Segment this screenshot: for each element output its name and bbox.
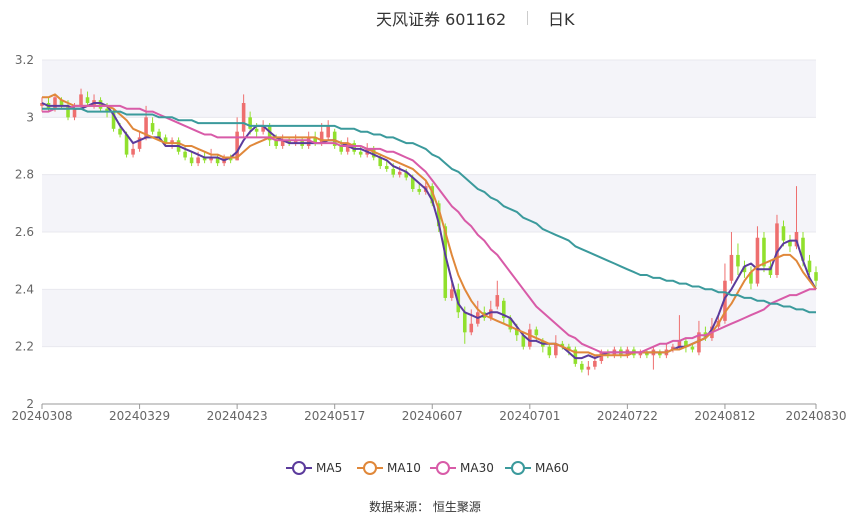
candle-up: [241, 103, 246, 132]
candle-up: [586, 366, 591, 370]
x-tick-label: 20240308: [11, 409, 72, 423]
candle-down: [118, 128, 122, 135]
candle-down: [534, 329, 539, 336]
x-axis-ticks: 20240308 20240329 20240423 20240517 20240607…: [11, 404, 847, 423]
x-tick-label: 20240830: [785, 409, 846, 423]
candle-down: [462, 312, 467, 333]
legend-label: MA60: [535, 461, 569, 475]
candle-down: [814, 272, 818, 281]
candle-down: [85, 97, 90, 103]
legend-item-ma10[interactable]: MA10: [357, 458, 421, 478]
candle-up: [319, 131, 324, 144]
candle-down: [736, 254, 740, 267]
candle-down: [417, 189, 422, 192]
y-axis-ticks: 22.22.42.62.833.2: [15, 53, 34, 411]
legend-item-ma5[interactable]: MA5: [286, 458, 342, 478]
x-tick-label: 20240701: [499, 409, 560, 423]
candle-down: [690, 346, 695, 350]
candle-down: [807, 260, 812, 273]
candle-down: [248, 117, 252, 129]
data-source: 数据来源： 恒生聚源: [369, 500, 481, 514]
legend-marker-icon: [286, 461, 312, 475]
grid-band: [42, 174, 816, 232]
legend-label: MA5: [316, 461, 343, 475]
candle-up: [326, 125, 330, 138]
candle-up: [755, 237, 760, 284]
candle-down: [547, 346, 552, 356]
y-tick-label: 3: [26, 110, 34, 124]
x-tick-label: 20240423: [207, 409, 268, 423]
y-tick-label: 3.2: [15, 53, 34, 67]
legend-label: MA10: [387, 461, 421, 475]
chart-legend: MA5 MA10 MA30 MA60: [0, 458, 850, 478]
candle-up: [528, 329, 532, 347]
x-tick-label: 20240722: [597, 409, 658, 423]
candle-down: [781, 226, 786, 241]
y-tick-label: 2.8: [15, 168, 34, 182]
candle-up: [729, 254, 734, 281]
candle-up: [79, 94, 83, 106]
legend-marker-icon: [357, 461, 383, 475]
legend-item-ma30[interactable]: MA30: [430, 458, 494, 478]
y-tick-label: 2.4: [15, 282, 34, 296]
plot-background: [42, 60, 816, 347]
x-tick-label: 20240329: [109, 409, 170, 423]
candle-up: [72, 108, 77, 118]
legend-marker-icon: [505, 461, 531, 475]
candle-up: [397, 171, 402, 175]
candle-up: [449, 289, 454, 298]
candle-up: [53, 97, 57, 109]
x-tick-label: 20240517: [304, 409, 365, 423]
legend-item-ma60[interactable]: MA60: [505, 458, 569, 478]
candle-up: [593, 361, 597, 367]
candle-down: [384, 166, 389, 169]
y-tick-label: 2.6: [15, 225, 34, 239]
candle-down: [150, 123, 155, 132]
candle-down: [254, 128, 259, 132]
candle-up: [469, 323, 474, 333]
candle-up: [554, 343, 558, 356]
grid-band: [42, 60, 816, 118]
candle-down: [580, 363, 584, 370]
x-tick-label: 20240812: [694, 409, 755, 423]
candle-up: [131, 148, 135, 155]
candle-down: [183, 151, 187, 158]
candlestick-chart: 22.22.42.62.833.2 20240308 20240329 202404…: [11, 53, 847, 423]
candle-down: [391, 168, 396, 175]
candle-down: [358, 151, 363, 155]
y-tick-label: 2.2: [15, 340, 34, 354]
x-tick-label: 20240607: [402, 409, 463, 423]
candle-up: [196, 157, 200, 164]
legend-marker-icon: [430, 461, 456, 475]
legend-label: MA30: [460, 461, 494, 475]
candle-down: [189, 157, 194, 164]
candle-up: [495, 295, 500, 307]
